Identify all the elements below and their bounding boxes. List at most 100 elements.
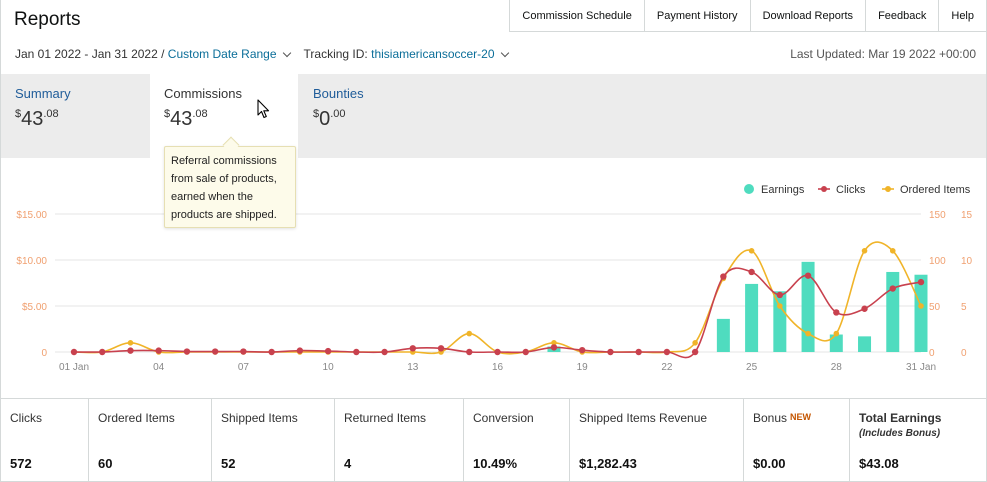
tooltip-line: from sale of products,	[171, 173, 277, 185]
legend-marker	[744, 184, 754, 194]
stat-value: 60	[98, 456, 113, 471]
feedback-button[interactable]: Feedback	[865, 0, 939, 32]
stat-value: 572	[10, 456, 32, 471]
clicks-point	[296, 347, 304, 354]
x-tick-label: 22	[661, 362, 673, 373]
y-right-tick-label: 5	[961, 302, 967, 313]
report-tabs: Summary $43.08 Commissions $43.08 Bounti…	[1, 74, 986, 158]
clicks-point	[889, 285, 896, 292]
stat-sublabel: (Includes Bonus)	[859, 428, 941, 439]
legend-marker	[821, 186, 827, 192]
tab-summary[interactable]: Summary $43.08	[1, 74, 151, 158]
clicks-point	[409, 345, 416, 352]
stat-label: Shipped Items	[221, 411, 298, 425]
legend-marker	[885, 186, 891, 192]
y-tick-label: $15.00	[16, 210, 47, 221]
clicks-point	[127, 347, 134, 354]
tracking-id-dropdown[interactable]: thisiamericansoccer-20	[371, 47, 494, 61]
earnings-bar	[858, 336, 872, 352]
stat-value: 4	[344, 456, 352, 471]
clicks-point	[522, 348, 529, 356]
ordered-items-point	[918, 303, 924, 309]
stat-value: $1,282.43	[579, 456, 637, 471]
filter-row: Jan 01 2022 - Jan 31 2022 / Custom Date …	[15, 47, 976, 65]
clicks-line	[73, 267, 922, 359]
ordered-items-point	[466, 330, 473, 337]
earnings-bar	[886, 271, 900, 352]
x-tick-label: 28	[831, 362, 843, 373]
clicks-point	[70, 348, 78, 356]
payment-history-button[interactable]: Payment History	[643, 0, 750, 32]
clicks-point	[607, 348, 614, 356]
clicks-point	[663, 348, 671, 356]
stat-ordered-items: Ordered Items 60	[89, 399, 212, 482]
y-right-tick-label: 100	[929, 256, 946, 267]
page-title: Reports	[14, 9, 81, 30]
y-right-tick-label: 50	[929, 302, 941, 313]
tooltip-line: Referral commissions	[171, 155, 277, 167]
stat-bonus: Bonus NEW $0.00	[744, 399, 850, 482]
clicks-point	[776, 291, 784, 299]
clicks-point	[861, 305, 868, 312]
earnings-bar	[716, 318, 730, 352]
filter-controls: Jan 01 2022 - Jan 31 2022 / Custom Date …	[15, 47, 516, 61]
x-tick-label: 31 Jan	[906, 362, 936, 373]
ordered-items-point	[833, 330, 840, 337]
clicks-point	[720, 273, 727, 280]
tooltip-line: earned when the	[171, 191, 253, 203]
tooltip-line: products are shipped.	[171, 209, 277, 221]
y-tick-label: $5.00	[22, 302, 47, 313]
ordered-items-point	[692, 340, 698, 346]
x-tick-label: 10	[323, 362, 335, 373]
earnings-chart: 0 $5.00 $10.00 $15.00 0 50 100 150 0 5 10 15 01 Jan 0…	[16, 184, 973, 373]
date-range-text: Jan 01 2022 - Jan 31 2022 /	[15, 47, 165, 61]
tab-bounties[interactable]: Bounties $0.00	[299, 74, 449, 158]
y-tick-label: $10.00	[16, 256, 47, 267]
stat-shipped-revenue: Shipped Items Revenue $1,282.43	[570, 399, 744, 482]
clicks-point	[550, 344, 558, 351]
clicks-point	[691, 348, 699, 356]
stats-bar: Clicks 572 Ordered Items 60 Shipped Item…	[1, 398, 986, 482]
tab-label: Summary	[15, 86, 71, 101]
ordered-items-line	[73, 241, 922, 355]
earnings-bar	[745, 283, 759, 352]
legend-label: Ordered Items	[900, 184, 971, 196]
commission-schedule-button[interactable]: Commission Schedule	[509, 0, 644, 32]
stat-value: $0.00	[753, 456, 786, 471]
tracking-id-label: Tracking ID:	[303, 47, 368, 61]
download-reports-button[interactable]: Download Reports	[749, 0, 866, 32]
ordered-items-point	[889, 248, 896, 254]
stat-value: 52	[221, 456, 236, 471]
chevron-down-icon[interactable]	[500, 48, 509, 57]
top-nav: Commission Schedule Payment History Down…	[509, 0, 986, 32]
stat-conversion: Conversion 10.49%	[464, 399, 570, 482]
y-right-tick-label: 15	[961, 210, 973, 221]
chevron-down-icon[interactable]	[282, 48, 291, 57]
earnings-bar	[773, 291, 787, 352]
clicks-point	[579, 346, 586, 354]
stat-total-earnings: Total Earnings (Includes Bonus) $43.08	[850, 399, 986, 482]
clicks-point	[155, 347, 162, 354]
ordered-items-point	[777, 303, 783, 309]
clicks-point	[268, 348, 275, 356]
y-right-tick-label: 0	[961, 348, 967, 359]
stat-returned-items: Returned Items 4	[335, 399, 464, 482]
clicks-point	[804, 272, 812, 279]
stat-label: Shipped Items Revenue	[579, 411, 708, 425]
clicks-point	[211, 348, 219, 355]
stat-label: Ordered Items	[98, 411, 175, 425]
tab-label: Bounties	[313, 86, 364, 101]
help-button[interactable]: Help	[938, 0, 986, 32]
custom-date-range-dropdown[interactable]: Custom Date Range	[168, 47, 277, 61]
x-tick-label: 19	[577, 362, 589, 373]
ordered-items-point	[861, 248, 868, 254]
stat-shipped-items: Shipped Items 52	[212, 399, 335, 482]
x-tick-label: 13	[407, 362, 419, 373]
ordered-items-point	[805, 330, 811, 337]
earnings-bar	[829, 334, 843, 352]
y-tick-label: 0	[41, 348, 47, 359]
x-tick-label: 16	[492, 362, 504, 373]
tab-amount: $0.00	[313, 108, 346, 130]
ordered-items-point	[127, 340, 134, 346]
legend-label: Clicks	[836, 184, 866, 196]
